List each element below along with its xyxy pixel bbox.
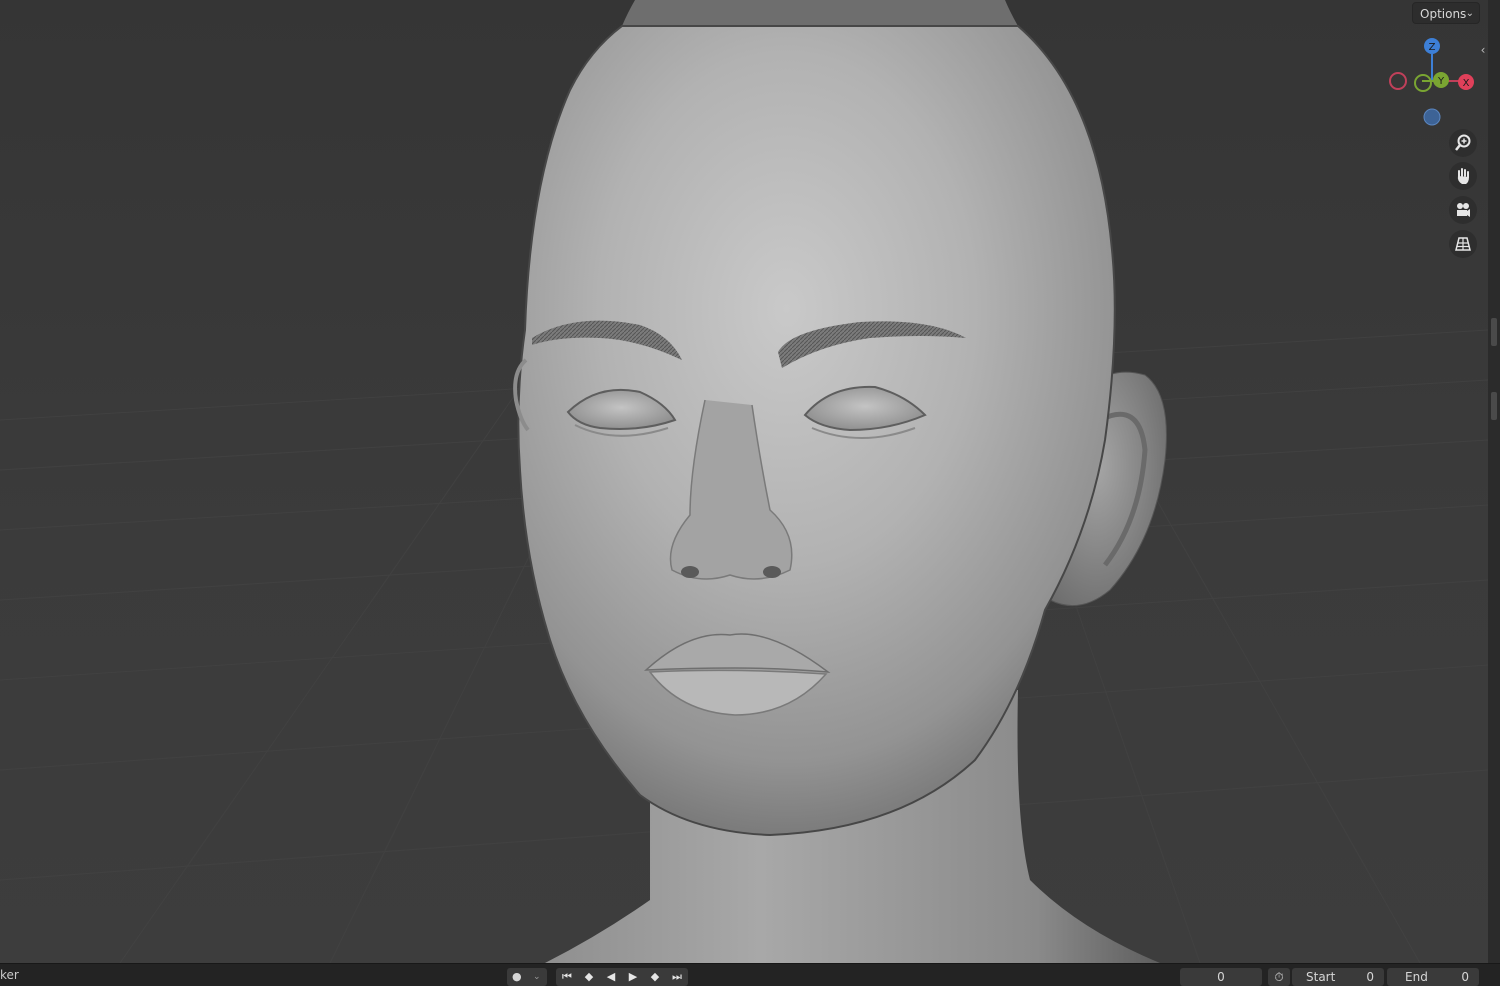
edge-tab[interactable] bbox=[1491, 392, 1497, 420]
zoom-button[interactable] bbox=[1449, 129, 1477, 157]
gizmo-axes: Z Y X bbox=[1389, 38, 1474, 126]
perspective-toggle-button[interactable] bbox=[1449, 230, 1477, 258]
prev-keyframe-icon: ◆ bbox=[584, 970, 594, 983]
options-label: Options bbox=[1420, 7, 1467, 21]
jump-end-icon: ⏭ bbox=[672, 970, 682, 983]
3d-viewport[interactable]: Options ⌄ ‹ Z Y X bbox=[0, 0, 1488, 963]
timeline-bar: ker ● ⌄ ⏮ ◆ ◀ ▶ ◆ ⏭ 0 ⏱ Start 0 End 0 bbox=[0, 963, 1500, 986]
start-label: Start bbox=[1306, 970, 1336, 984]
head-top bbox=[622, 0, 1018, 26]
z-axis-label: Z bbox=[1429, 42, 1436, 53]
end-label: End bbox=[1405, 970, 1428, 984]
chevron-down-icon: ⌄ bbox=[1465, 8, 1474, 19]
hand-pan-icon bbox=[1457, 168, 1469, 184]
sculpt-scene bbox=[0, 0, 1488, 963]
current-frame-value: 0 bbox=[1217, 970, 1225, 984]
options-dropdown[interactable]: Options ⌄ bbox=[1412, 2, 1480, 24]
stopwatch-icon: ⏱ bbox=[1274, 970, 1284, 984]
jump-to-start-button[interactable]: ⏮ bbox=[556, 968, 578, 986]
camera-icon bbox=[1457, 203, 1470, 217]
play-button[interactable]: ▶ bbox=[622, 968, 644, 986]
neg-x-axis-handle bbox=[1389, 72, 1407, 90]
y-axis-label: Y bbox=[1437, 76, 1445, 87]
camera-view-button[interactable] bbox=[1449, 196, 1477, 224]
start-value: 0 bbox=[1366, 970, 1374, 984]
perspective-grid-icon bbox=[1455, 237, 1471, 251]
jump-to-end-button[interactable]: ⏭ bbox=[666, 968, 688, 986]
play-icon: ▶ bbox=[628, 970, 638, 983]
neg-y-axis-handle bbox=[1414, 74, 1432, 92]
right-region-edge bbox=[1488, 0, 1500, 963]
play-reverse-icon: ◀ bbox=[606, 970, 616, 983]
zoom-icon bbox=[1455, 134, 1471, 151]
play-reverse-button[interactable]: ◀ bbox=[600, 968, 622, 986]
next-keyframe-icon: ◆ bbox=[650, 970, 660, 983]
edge-tab[interactable] bbox=[1491, 318, 1497, 346]
timeline-editor-label: ker bbox=[0, 968, 19, 982]
stopwatch-button[interactable]: ⏱ bbox=[1268, 968, 1290, 986]
keying-dropdown[interactable]: ● ⌄ bbox=[507, 968, 547, 986]
record-dot-icon: ● bbox=[512, 970, 522, 983]
jump-start-icon: ⏮ bbox=[562, 970, 572, 983]
current-frame-field[interactable]: 0 bbox=[1180, 968, 1262, 986]
start-frame-field[interactable]: Start 0 bbox=[1292, 968, 1384, 986]
chevron-down-icon: ⌄ bbox=[533, 972, 541, 982]
next-keyframe-button[interactable]: ◆ bbox=[644, 968, 666, 986]
prev-keyframe-button[interactable]: ◆ bbox=[578, 968, 600, 986]
end-frame-field[interactable]: End 0 bbox=[1387, 968, 1479, 986]
x-axis-label: X bbox=[1463, 78, 1470, 89]
blender-window: Options ⌄ ‹ Z Y X ker ● ⌄ ⏮ ◆ ◀ ▶ ◆ ⏭ 0 … bbox=[0, 0, 1500, 986]
end-value: 0 bbox=[1461, 970, 1469, 984]
neg-z-axis-handle bbox=[1423, 108, 1441, 126]
pan-button[interactable] bbox=[1449, 162, 1477, 190]
navigation-gizmo[interactable]: Z Y X bbox=[1384, 34, 1484, 130]
